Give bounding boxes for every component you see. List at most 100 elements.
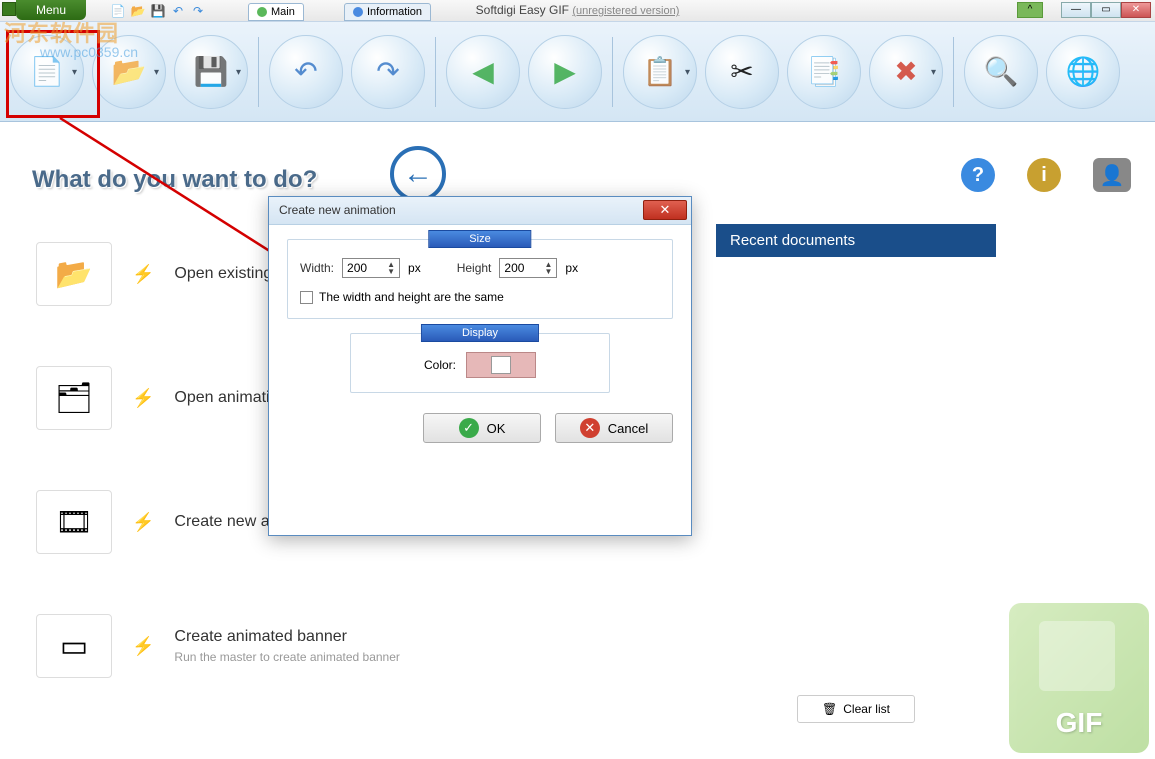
ok-button[interactable]: ✓ OK [423,413,541,443]
save-button[interactable]: 💾▾ [174,35,248,109]
ok-label: OK [487,421,506,436]
app-window: Menu 📄 📂 💾 ↶ ↷ Main Information Softdigi… [0,0,1155,759]
spinner-arrows-icon[interactable]: ▲▼ [387,261,395,275]
arrow-left-icon: ← [403,157,433,191]
ribbon-collapse-icon[interactable]: ^ [1017,2,1043,18]
page-heading: What do you want to do? [32,166,317,194]
open-existing-icon: 📂 [36,242,112,306]
gif-watermark: GIF [1009,603,1149,753]
height-label: Height [457,261,492,275]
window-controls: ^ — ▭ ✕ [1061,2,1151,18]
arrow-left-icon: ◀ [472,55,494,88]
clipboard-icon: 📋 [643,55,678,88]
delete-button[interactable]: ✖▾ [869,35,943,109]
ribbon-separator [258,37,259,107]
tab-info-icon [353,7,363,17]
width-value: 200 [347,261,367,275]
height-unit: px [565,261,578,275]
width-unit: px [408,261,421,275]
redo-icon: ↷ [376,55,399,88]
close-button[interactable]: ✕ [1121,2,1151,18]
tab-main-label: Main [271,4,295,21]
create-new-icon: 🎞 [36,490,112,554]
width-label: Width: [300,261,334,275]
scissors-icon: ✂ [730,55,753,88]
cut-button[interactable]: ✂ [705,35,779,109]
bolt-icon: ⚡ [132,264,154,285]
tab-main[interactable]: Main [248,3,304,21]
color-swatch-button[interactable] [466,352,536,378]
copy-button[interactable]: 📑 [787,35,861,109]
task-title: Create new an [174,513,278,531]
minimize-button[interactable]: — [1061,2,1091,18]
help-button[interactable]: ? [961,158,995,192]
recent-documents-panel: Recent documents 🗑 Clear list [716,224,996,723]
display-group-label: Display [421,324,539,342]
task-title: Create animated banner [174,628,399,646]
qat-open-icon[interactable]: 📂 [130,3,146,19]
zoom-out-icon: 🌐 [1066,55,1101,88]
unregistered-note[interactable]: (unregistered version) [572,5,679,17]
dialog-titlebar[interactable]: Create new animation ✕ [269,197,691,225]
zoom-out-button[interactable]: 🌐 [1046,35,1120,109]
check-icon: ✓ [459,418,479,438]
spinner-arrows-icon[interactable]: ▲▼ [544,261,552,275]
titlebar: Menu 📄 📂 💾 ↶ ↷ Main Information Softdigi… [0,0,1155,22]
dialog-close-button[interactable]: ✕ [643,200,687,220]
cancel-label: Cancel [608,421,648,436]
user-key-icon[interactable]: 👤 [1093,158,1131,192]
ribbon-separator [612,37,613,107]
bolt-icon: ⚡ [132,388,154,409]
back-button[interactable]: ← [390,146,446,202]
height-input[interactable]: 200 ▲▼ [499,258,557,278]
tab-main-icon [257,7,267,17]
app-icon [2,2,16,16]
tab-info-label: Information [367,4,422,21]
qat-save-icon[interactable]: 💾 [150,3,166,19]
info-button[interactable]: i [1027,158,1061,192]
clear-list-label: Clear list [843,702,890,716]
task-subtitle: Run the master to create animated banner [174,650,399,664]
display-group: Display Color: [350,333,610,393]
next-button[interactable]: ▶ [528,35,602,109]
delete-icon: ✖ [894,55,917,88]
bolt-icon: ⚡ [132,636,154,657]
width-input[interactable]: 200 ▲▼ [342,258,400,278]
prev-button[interactable]: ◀ [446,35,520,109]
redo-button[interactable]: ↷ [351,35,425,109]
size-group: Size Width: 200 ▲▼ px Height 200 ▲▼ px [287,239,673,319]
zoom-in-button[interactable]: 🔍 [964,35,1038,109]
dialog-body: Size Width: 200 ▲▼ px Height 200 ▲▼ px [269,225,691,407]
undo-icon: ↶ [294,55,317,88]
dialog-buttons: ✓ OK ✕ Cancel [269,413,691,443]
maximize-button[interactable]: ▭ [1091,2,1121,18]
window-title: Softdigi Easy GIF (unregistered version) [476,3,680,17]
ribbon-separator [435,37,436,107]
tab-information[interactable]: Information [344,3,431,21]
cancel-button[interactable]: ✕ Cancel [555,413,673,443]
trash-icon: 🗑 [822,702,837,716]
size-group-label: Size [428,230,531,248]
paste-button[interactable]: 📋▾ [623,35,697,109]
help-icons: ? i 👤 [961,158,1131,192]
same-size-label: The width and height are the same [319,290,504,304]
arrow-right-icon: ▶ [554,55,576,88]
copy-icon: 📑 [807,55,842,88]
create-banner-icon: ▭ [36,614,112,678]
qat-undo-icon[interactable]: ↶ [170,3,186,19]
clear-list-button[interactable]: 🗑 Clear list [797,695,915,723]
zoom-in-icon: 🔍 [984,55,1019,88]
qat-redo-icon[interactable]: ↷ [190,3,206,19]
save-icon: 💾 [194,55,229,88]
ribbon-toolbar: 📄▾ 📂▾ 💾▾ ↶ ↷ ◀ ▶ 📋▾ ✂ 📑 ✖▾ 🔍 🌐 [0,22,1155,122]
height-value: 200 [504,261,524,275]
open-animation-icon: 🗂 [36,366,112,430]
quick-access-toolbar: 📄 📂 💾 ↶ ↷ [110,3,206,19]
color-preview [491,356,511,374]
color-label: Color: [424,358,456,372]
undo-button[interactable]: ↶ [269,35,343,109]
recent-list [716,257,996,687]
same-size-checkbox[interactable]: The width and height are the same [300,290,660,304]
x-icon: ✕ [580,418,600,438]
task-create-banner[interactable]: ▭ ⚡ Create animated banner Run the maste… [36,614,400,678]
